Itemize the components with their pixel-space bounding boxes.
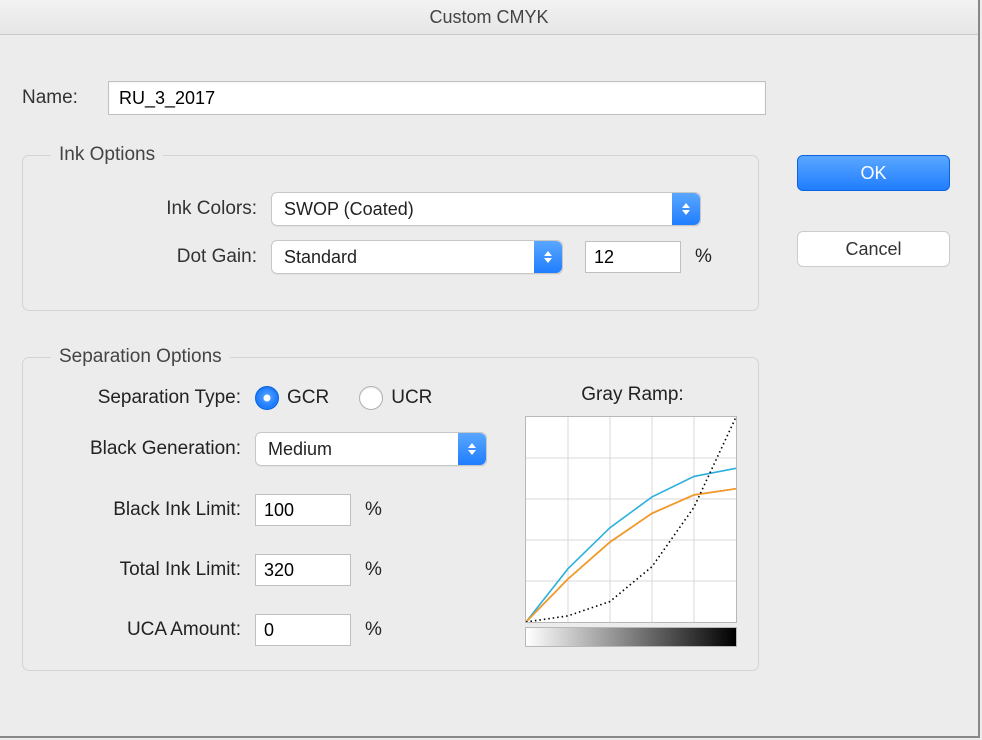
ink-colors-value: SWOP (Coated) — [284, 199, 414, 220]
chevron-updown-icon — [672, 193, 700, 225]
radio-dot-icon — [255, 386, 279, 410]
black-generation-label: Black Generation: — [41, 438, 255, 460]
dot-gain-select[interactable]: Standard — [271, 240, 563, 274]
name-label: Name: — [22, 87, 102, 109]
black-generation-select[interactable]: Medium — [255, 432, 487, 466]
custom-cmyk-dialog: Custom CMYK Name: OK Cancel Ink Options … — [0, 0, 980, 738]
uca-amount-label: UCA Amount: — [41, 619, 255, 641]
gray-ramp-svg — [526, 417, 736, 622]
black-ink-limit-label: Black Ink Limit: — [41, 499, 255, 521]
separation-options-legend: Separation Options — [51, 346, 230, 368]
uca-amount-input[interactable] — [255, 614, 351, 646]
percent-label: % — [695, 246, 712, 268]
radio-ucr[interactable]: UCR — [359, 386, 432, 410]
percent-label: % — [365, 499, 382, 521]
dot-gain-value-input[interactable] — [585, 241, 681, 273]
dot-gain-label: Dot Gain: — [41, 246, 271, 268]
black-ink-limit-input[interactable] — [255, 494, 351, 526]
ink-colors-label: Ink Colors: — [41, 198, 271, 220]
radio-dot-icon — [359, 386, 383, 410]
black-generation-value: Medium — [268, 439, 332, 460]
name-input[interactable] — [108, 81, 766, 115]
total-ink-limit-label: Total Ink Limit: — [41, 559, 255, 581]
percent-label: % — [365, 619, 382, 641]
ink-colors-select[interactable]: SWOP (Coated) — [271, 192, 701, 226]
cancel-button[interactable]: Cancel — [797, 231, 950, 267]
ok-button[interactable]: OK — [797, 155, 950, 191]
ink-options-legend: Ink Options — [51, 144, 163, 166]
chevron-updown-icon — [534, 241, 562, 273]
gray-ramp-chart — [525, 416, 737, 623]
dot-gain-mode: Standard — [284, 247, 357, 268]
gray-ramp-gradient — [525, 627, 737, 647]
separation-type-label: Separation Type: — [41, 387, 255, 409]
radio-gcr[interactable]: GCR — [255, 386, 329, 410]
separation-options-group: Separation Options Separation Type: GCR … — [22, 357, 759, 671]
dialog-title: Custom CMYK — [0, 0, 978, 35]
gray-ramp-label: Gray Ramp: — [525, 384, 740, 406]
radio-gcr-label: GCR — [287, 387, 329, 409]
total-ink-limit-input[interactable] — [255, 554, 351, 586]
radio-ucr-label: UCR — [391, 387, 432, 409]
percent-label: % — [365, 559, 382, 581]
ink-options-group: Ink Options Ink Colors: SWOP (Coated) Do… — [22, 155, 759, 311]
chevron-updown-icon — [458, 433, 486, 465]
